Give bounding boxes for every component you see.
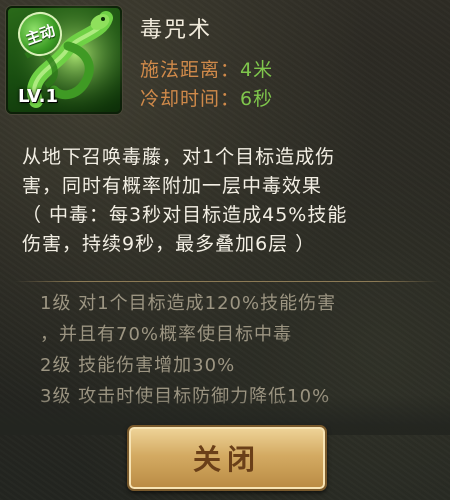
skill-description: 从地下召唤毒藤，对1个目标造成伤 害，同时有概率附加一层中毒效果 （ 中毒：每3… (22, 143, 442, 259)
skill-level-label: LV.1 (18, 86, 58, 107)
skill-icon: 主动 LV.1 (6, 6, 122, 114)
description-line: 从地下召唤毒藤，对1个目标造成伤 (22, 146, 336, 168)
level-line: ，并且有70%概率使目标中毒 (40, 324, 293, 345)
skill-name: 毒咒术 (140, 18, 213, 43)
description-line: 害，同时有概率附加一层中毒效果 (22, 175, 323, 197)
cast-range-value: 4米 (240, 59, 274, 81)
cast-range-row: 施法距离：4米 (140, 55, 273, 82)
cooldown-value: 6秒 (240, 88, 274, 110)
close-button[interactable]: 关闭 (127, 425, 327, 491)
level-upgrade-list: 1级 对1个目标造成120%技能伤害 ，并且有70%概率使目标中毒 2级 技能伤… (40, 288, 440, 412)
skill-info-panel: 主动 LV.1 毒咒术 施法距离：4米 冷却时间：6秒 从地下召唤毒藤，对1个目… (0, 0, 450, 500)
description-line: （ 中毒：每3秒对目标造成45%技能 (22, 204, 348, 226)
cast-range-label: 施法距离： (140, 59, 241, 81)
section-divider (14, 281, 440, 282)
description-line: 伤害，持续9秒，最多叠加6层 ） (22, 233, 316, 255)
level-line: 2级 技能伤害增加30% (40, 355, 236, 376)
cooldown-row: 冷却时间：6秒 (140, 84, 273, 111)
cooldown-label: 冷却时间： (140, 88, 241, 110)
level-line: 1级 对1个目标造成120%技能伤害 (40, 293, 337, 314)
